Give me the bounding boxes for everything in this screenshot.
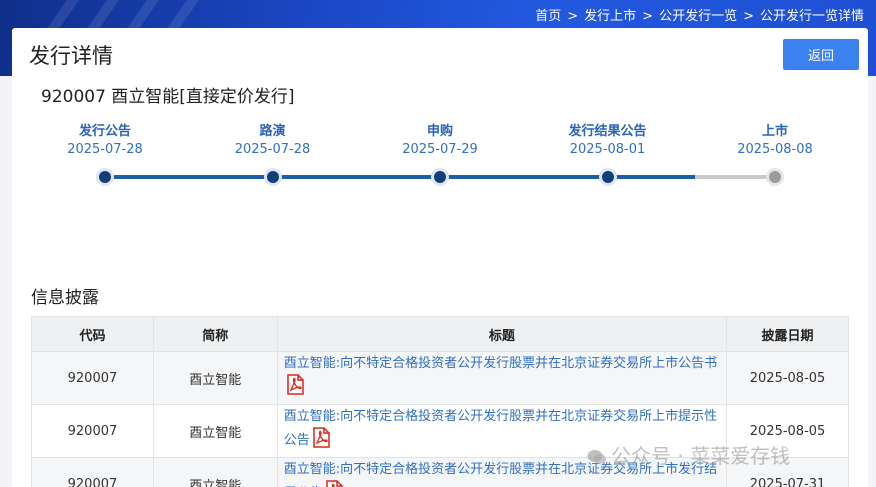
pdf-icon[interactable] — [312, 427, 330, 455]
timeline-dot — [598, 168, 617, 186]
column-header-date: 披露日期 — [726, 316, 849, 352]
breadcrumb-separator: > — [743, 9, 754, 24]
timeline-step-date: 2025-07-28 — [67, 142, 143, 157]
timeline-step-date: 2025-07-29 — [402, 142, 478, 157]
back-button[interactable]: 返回 — [783, 39, 859, 70]
timeline-step: 路演 2025-07-28 — [203, 120, 343, 157]
timeline-step: 申购 2025-07-29 — [370, 120, 510, 157]
wechat-icon — [587, 447, 607, 471]
section-title-disclosure: 信息披露 — [31, 288, 99, 308]
cell-code: 920007 — [31, 457, 154, 487]
table-header-row: 代码 简称 标题 披露日期 — [31, 316, 849, 352]
breadcrumb-separator: > — [642, 9, 654, 24]
timeline-dot — [431, 168, 449, 186]
breadcrumb-listing[interactable]: 发行上市 — [584, 5, 636, 24]
watermark: 公众号 · 菜菜爱存钱 — [587, 440, 790, 471]
breadcrumb-current: 公开发行一览详情 — [759, 9, 864, 24]
cell-name: 酉立智能 — [152, 351, 278, 405]
breadcrumb-separator: > — [567, 9, 579, 24]
timeline-step: 发行结果公告 2025-08-01 — [538, 120, 678, 157]
timeline-step-label: 申购 — [426, 124, 453, 139]
timeline-dot — [96, 168, 114, 186]
issuance-timeline: 发行公告 2025-07-28 路演 2025-07-28 申购 2025-07-29 发行… — [12, 120, 868, 200]
cell-code: 920007 — [31, 404, 154, 458]
cell-name: 酉立智能 — [152, 404, 278, 458]
column-header-name: 简称 — [152, 316, 278, 352]
timeline-remaining-track — [694, 175, 775, 179]
page-title: 发行详情 — [29, 44, 113, 68]
breadcrumb-home[interactable]: 首页 — [535, 5, 561, 24]
timeline-dot — [766, 168, 784, 186]
timeline-step-label: 路演 — [259, 124, 286, 139]
timeline-step-date: 2025-08-01 — [569, 142, 646, 157]
table-row: 920007 酉立智能 酉立智能:向不特定合格投资者公开发行股票并在北京证券交易… — [31, 351, 849, 405]
breadcrumb: 首页 > 发行上市 > 公开发行一览 > 公开发行一览详情 — [535, 5, 864, 24]
cell-name: 酉立智能 — [152, 457, 278, 487]
timeline-step-date: 2025-07-28 — [234, 142, 311, 157]
timeline-step: 上市 2025-08-08 — [705, 120, 845, 157]
column-header-code: 代码 — [31, 316, 154, 352]
watermark-text: 公众号 · 菜菜爱存钱 — [611, 444, 791, 468]
cell-code: 920007 — [31, 351, 154, 405]
timeline-step-label: 发行结果公告 — [568, 124, 647, 139]
breadcrumb-public-offering-list[interactable]: 公开发行一览 — [659, 5, 737, 24]
timeline-step-label: 上市 — [761, 124, 788, 139]
timeline-step-date: 2025-08-08 — [737, 142, 813, 157]
announcement-link[interactable]: 酉立智能:向不特定合格投资者公开发行股票并在北京证券交易所上市公告书 — [284, 356, 717, 371]
timeline-dot — [263, 168, 282, 186]
timeline-step: 发行公告 2025-07-28 — [35, 120, 175, 157]
pdf-icon[interactable] — [286, 374, 304, 402]
pdf-icon[interactable] — [325, 480, 343, 487]
timeline-step-label: 发行公告 — [78, 124, 131, 139]
stock-title: 920007 酉立智能[直接定价发行] — [41, 87, 295, 107]
column-header-title: 标题 — [276, 316, 728, 352]
cell-date: 2025-08-05 — [726, 351, 849, 405]
detail-card: 发行详情 返回 920007 酉立智能[直接定价发行] 发行公告 2025-07-… — [12, 28, 868, 487]
cell-title: 酉立智能:向不特定合格投资者公开发行股票并在北京证券交易所上市公告书 — [276, 351, 728, 405]
